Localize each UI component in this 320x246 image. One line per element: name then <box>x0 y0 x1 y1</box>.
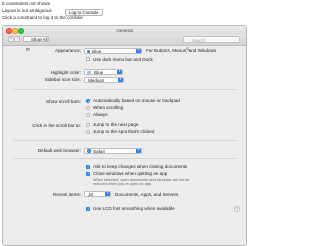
section-divider <box>13 158 236 159</box>
scroll-bars-automatic-radio[interactable] <box>86 98 90 103</box>
recent-items-label: Recent items: <box>52 191 81 197</box>
window-titlebar: General <box>3 26 246 34</box>
section-divider <box>13 89 236 90</box>
layout-status-text: Layout is not ambiguous <box>2 8 52 13</box>
close-windows-checkbox[interactable]: ✓ <box>86 171 90 176</box>
scroll-bars-always-radio[interactable] <box>86 112 90 117</box>
popup-arrows-icon: ⇕ <box>136 47 141 53</box>
scroll-bars-when-scrolling-label: When scrolling <box>93 105 124 110</box>
click-scroll-bar-label: Click in the scroll bar to: <box>32 122 81 128</box>
scroll-bars-always-label: Always <box>93 112 108 117</box>
sidebar-icon-size-label: Sidebar icon size: <box>44 77 81 82</box>
appearance-label: Appearance: <box>54 48 81 53</box>
default-browser-label: Default web browser: <box>37 148 81 153</box>
ask-keep-changes-label: Ask to keep changes when closing documen… <box>93 164 188 169</box>
show-all-label: Show All <box>31 37 48 42</box>
default-browser-popup[interactable]: Safari ⇕ <box>84 147 142 154</box>
dark-menu-checkbox[interactable] <box>86 57 90 61</box>
highlight-color-value: Blue <box>94 70 104 75</box>
popup-arrows-icon: ⇕ <box>117 69 122 74</box>
highlight-color-popup[interactable]: Blue ⇕ <box>84 69 123 75</box>
highlight-color-label: Highlight color: <box>50 69 81 75</box>
console-instruction-text: Click a constraint to log it to the cons… <box>2 15 83 20</box>
window-toolbar: ‹ › Show All Search <box>3 34 246 51</box>
appearance-value: Blue <box>92 48 102 54</box>
section-divider <box>13 140 236 141</box>
appearance-color-swatch <box>87 49 90 53</box>
back-icon: ‹ <box>10 35 12 42</box>
scroll-bars-when-scrolling-radio[interactable] <box>86 105 90 110</box>
scroll-bars-automatic-label: Automatically based on mouse or trackpad <box>93 98 180 103</box>
highlight-color-swatch <box>87 71 91 74</box>
window-title: General <box>116 27 133 33</box>
safari-icon <box>87 149 91 153</box>
recent-items-popup[interactable]: 10 ⇕ <box>84 191 111 197</box>
sidebar-icon-size-value: Medium <box>88 77 105 83</box>
constraints-not-shown-text: 8 constraints not shown <box>2 1 51 6</box>
popup-arrows-icon: ⇕ <box>118 76 123 82</box>
grid-icon <box>26 38 30 51</box>
search-placeholder: Search <box>192 37 206 43</box>
jump-next-page-label: Jump to the next page <box>93 122 139 127</box>
dark-menu-label: Use dark menu bar and Dock <box>93 56 153 62</box>
search-input[interactable]: Search <box>183 36 240 51</box>
jump-next-page-radio[interactable] <box>86 122 90 127</box>
close-windows-label: Close windows when quitting an app <box>93 171 168 176</box>
appearance-popup[interactable]: Blue ⇕ <box>84 47 142 54</box>
show-all-button[interactable]: Show All <box>23 36 49 51</box>
lcd-smoothing-label: Use LCD font smoothing when available <box>93 206 175 211</box>
forward-icon: › <box>16 35 19 42</box>
default-browser-value: Safari <box>93 148 106 154</box>
sidebar-icon-size-popup[interactable]: Medium ⇕ <box>84 76 124 83</box>
popup-arrows-icon: ⇕ <box>136 147 141 153</box>
popup-arrows-icon: ⇕ <box>105 191 110 196</box>
help-button[interactable]: ? <box>234 205 240 212</box>
console-log-area: 8 constraints not shown Log to Console L… <box>0 0 250 24</box>
forward-button[interactable]: › <box>14 36 20 42</box>
jump-to-spot-radio[interactable] <box>86 129 90 134</box>
appearance-note: For Buttons, Menus, and Windows <box>146 48 217 53</box>
jump-to-spot-label: Jump to the spot that's clicked <box>93 129 155 134</box>
ask-keep-changes-checkbox[interactable]: ✓ <box>86 164 90 169</box>
recent-items-suffix: Documents, Apps, and Servers <box>115 191 179 197</box>
recent-items-value: 10 <box>88 192 94 197</box>
close-windows-note: When selected, open documents and window… <box>93 177 190 186</box>
preferences-window: General ‹ › Show All Search Appearance: … <box>2 25 247 246</box>
lcd-smoothing-checkbox[interactable]: ✓ <box>86 206 90 211</box>
show-scroll-bars-label: Show scroll bars: <box>46 98 81 104</box>
